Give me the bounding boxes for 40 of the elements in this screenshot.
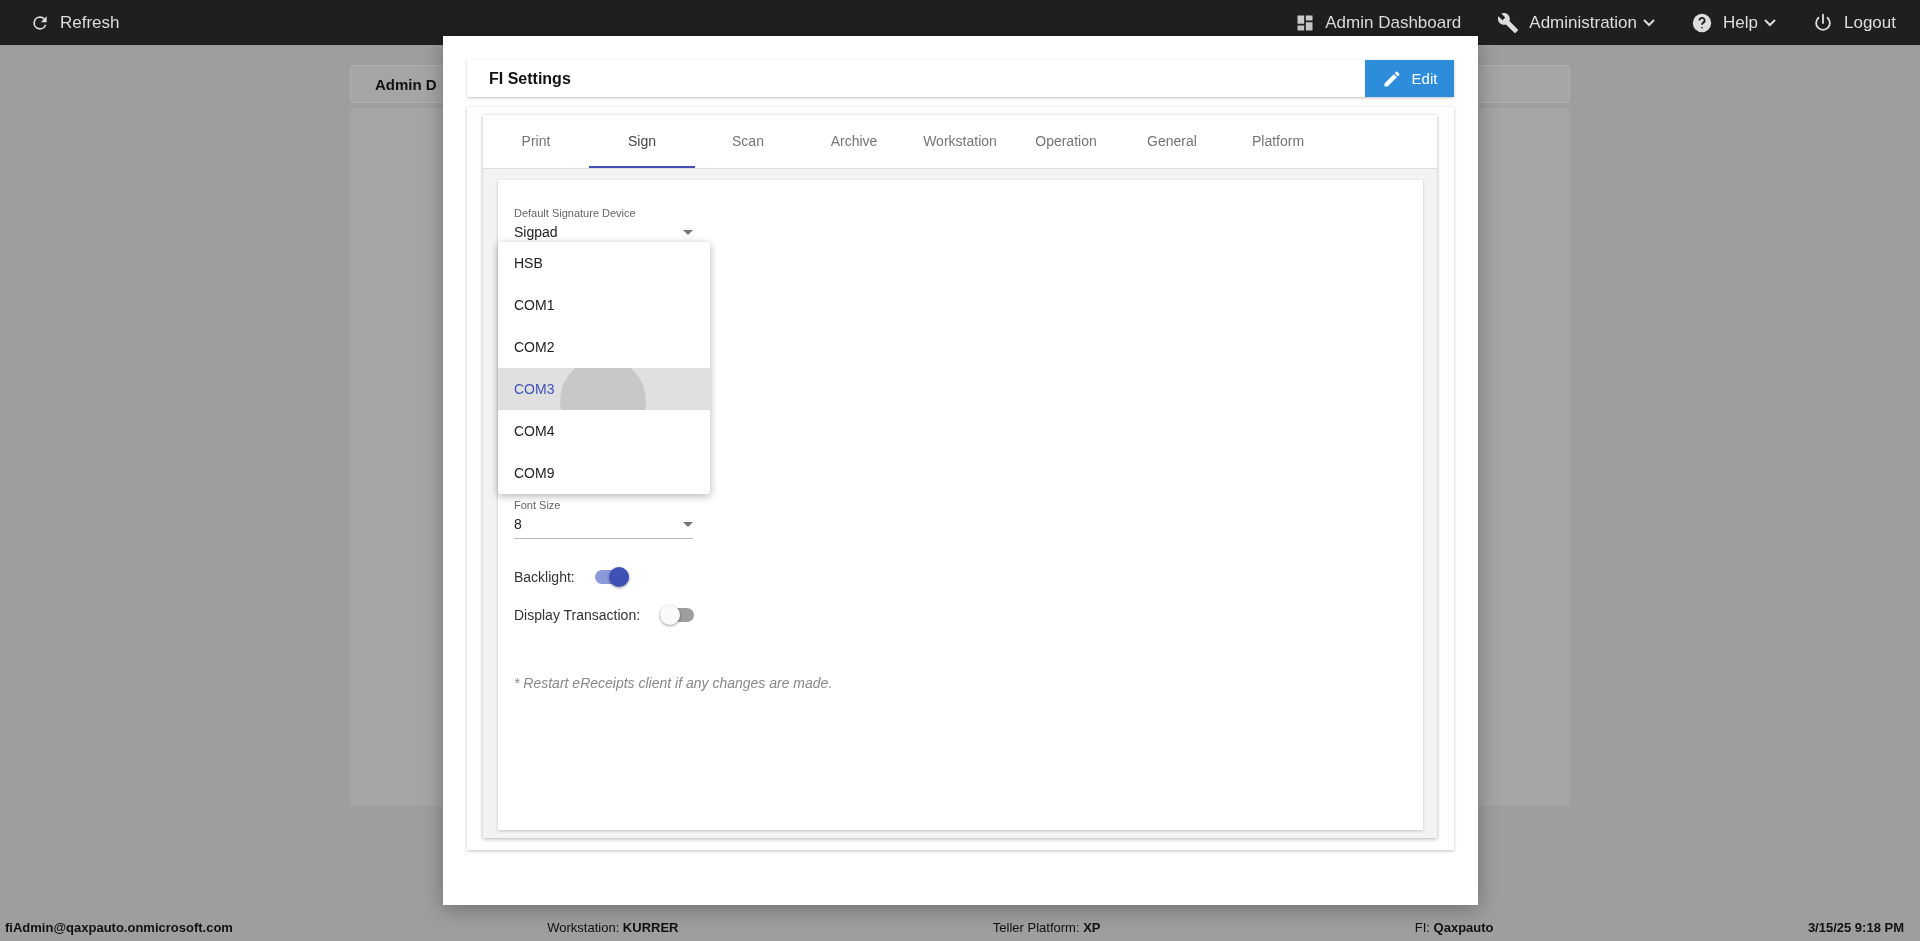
user-email: fiAdmin@qaxpauto.onmicrosoft.com: [5, 919, 233, 935]
menu-item[interactable]: COM9: [498, 452, 710, 494]
chevron-down-icon: [1764, 18, 1776, 27]
status-field: Teller Platform: XP: [992, 919, 1101, 935]
tab[interactable]: Workstation: [907, 115, 1013, 168]
card-title: Admin D: [375, 75, 437, 93]
menu-item[interactable]: COM2: [498, 326, 710, 368]
tab[interactable]: Archive: [801, 115, 907, 168]
dialog-title: FI Settings: [488, 69, 571, 88]
tab[interactable]: Platform: [1225, 115, 1331, 168]
menu-item[interactable]: COM3: [498, 368, 710, 410]
toggle-switch[interactable]: [660, 605, 695, 625]
toggle-label: Display Transaction:: [514, 607, 641, 623]
nav-menu-item[interactable]: Logout: [1812, 11, 1896, 34]
nav-menu-item[interactable]: Help: [1691, 11, 1776, 34]
status-field: Workstation: KURRER: [547, 919, 679, 935]
status-field: FI: Qaxpauto: [1414, 919, 1494, 935]
nav-menu-item[interactable]: Administration: [1497, 11, 1656, 34]
menu-item[interactable]: COM4: [498, 410, 710, 452]
edit-button[interactable]: Edit: [1365, 60, 1454, 97]
tab[interactable]: Scan: [695, 115, 801, 168]
nav-menu-item[interactable]: Admin Dashboard: [1295, 11, 1462, 34]
help-icon: [1691, 11, 1714, 34]
restart-note: * Restart eReceipts client if any changes are made.: [514, 675, 834, 691]
toggle-switch[interactable]: [594, 567, 629, 587]
dropdown-arrow-icon: [683, 229, 693, 235]
tab[interactable]: Operation: [1013, 115, 1119, 168]
menu-item[interactable]: COM1: [498, 284, 710, 326]
power-icon: [1812, 11, 1834, 34]
chevron-down-icon: [1643, 18, 1656, 27]
wrench-icon: [1497, 11, 1520, 34]
refresh-button[interactable]: Refresh: [30, 12, 120, 33]
select-field[interactable]: 8: [514, 512, 693, 539]
field-label: Default Signature Device: [514, 207, 637, 220]
date-time: 3/15/25 9:18 PM: [1807, 919, 1904, 935]
toggle-label: Backlight:: [514, 569, 575, 585]
tab[interactable]: General: [1119, 115, 1225, 168]
field-label: Font Size: [514, 499, 562, 512]
dropdown-arrow-icon: [683, 521, 693, 527]
tab[interactable]: Print: [483, 115, 589, 168]
